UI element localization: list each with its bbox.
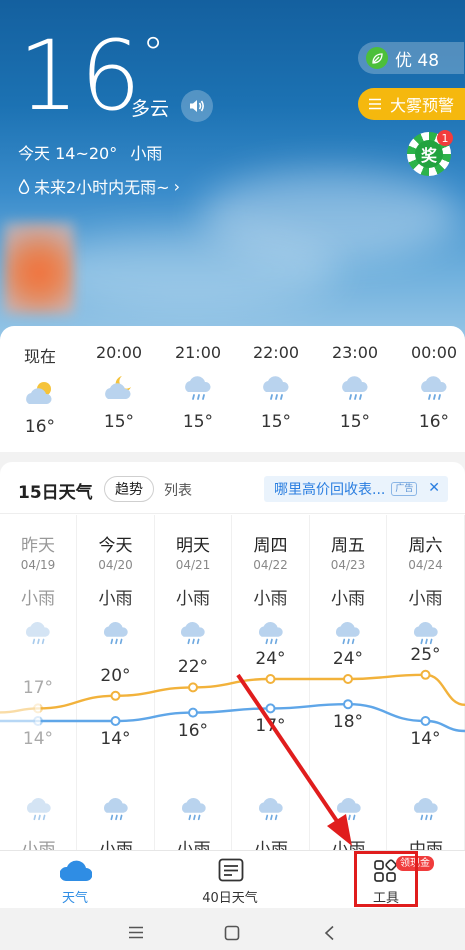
menu-lines-icon [368,95,382,114]
hour-item: 现在 16° [10,326,70,437]
hour-time: 23:00 [331,343,379,362]
system-navigation-bar [0,908,465,950]
low-temp-label: 14° [100,729,131,749]
today-range: 今天 14~20° [18,144,118,163]
tab-40-day[interactable]: 40日天气 [170,851,290,909]
notification-badge: 1 [437,130,453,146]
low-temp-label: 14° [410,729,441,749]
current-condition: 多云 [131,98,170,120]
high-temp-label: 22° [177,657,209,678]
hour-time: 00:00 [410,343,458,362]
partly-cloudy-night-icon [89,370,149,406]
high-temp-point [420,669,431,680]
prize-label: 奖 [415,140,443,168]
hour-temp: 15° [260,412,292,432]
rain-forecast-text: 未来2小时内无雨~ [34,178,170,197]
high-temp-label: 24° [332,649,364,669]
aqi-label: 优 48 [395,50,440,71]
light-rain-icon [246,370,306,406]
air-quality-button[interactable]: 优 48 [358,42,464,74]
hour-time: 21:00 [174,343,222,362]
high-temp-point [110,690,121,701]
high-temp-label: 24° [255,649,286,669]
high-temp-label: 25° [410,644,441,665]
speaker-icon [190,100,204,112]
high-temp-point [265,674,276,684]
today-summary: 今天 14~20° 小雨 [18,140,162,164]
hour-temp: 15° [339,412,371,432]
home-icon[interactable] [224,925,240,941]
light-rain-icon [404,370,464,406]
light-rain-icon [168,370,228,406]
today-condition: 小雨 [130,144,163,163]
voice-broadcast-button[interactable] [181,90,213,122]
menu-icon[interactable] [128,926,144,939]
hour-temp: 15° [103,412,135,432]
annotation-highlight-box [354,851,418,907]
hour-item: 21:00 15° [168,326,228,432]
low-temp-label: 18° [332,712,364,733]
hour-item: 20:00 15° [89,326,149,432]
high-temp-point [343,674,353,684]
low-temp-point [343,699,353,710]
warning-label: 大雾预警 [390,96,455,115]
tab-40-day-label: 40日天气 [202,891,258,906]
hour-time: 现在 [23,347,56,366]
low-temp-label: 14° [22,729,54,749]
light-rain-icon [325,370,385,406]
calendar-icon [218,858,244,882]
hourly-forecast[interactable]: 现在 16° 20:00 15° 21:00 15° 22:00 15° 23:… [0,326,465,452]
cloud-decoration [40,230,340,310]
prize-wheel-button[interactable]: 奖 1 [407,130,453,176]
hour-temp: 16° [418,412,450,432]
high-temp-point [188,682,198,693]
fifteen-day-forecast: 15日天气 趋势 列表 哪里高价回收表... 广告 ✕ 昨天 04/19 小雨 小雨今… [0,462,465,850]
low-temp-line [0,702,465,733]
cloud-icon [60,860,92,881]
hour-item: 22:00 15° [246,326,306,432]
high-temp-label: 20° [100,665,131,686]
high-temp-label: 17° [22,678,54,699]
low-temp-label: 16° [177,720,209,741]
back-icon[interactable] [323,925,335,941]
hour-item: 00:00 16° [404,326,464,432]
leaf-icon [366,47,388,69]
fog-warning-button[interactable]: 大雾预警 [358,88,465,120]
high-temp-line [0,673,465,714]
weather-header: 16° 多云 今天 14~20° 小雨 未来2小时内无雨~ › 优 48 大雾预… [0,0,465,350]
low-temp-point [265,703,276,714]
hour-item: 23:00 15° [325,326,385,432]
chevron-right-icon: › [173,176,180,196]
tab-weather[interactable]: 天气 [15,851,135,909]
raindrop-icon [18,178,30,194]
low-temp-label: 17° [255,716,286,737]
hour-time: 22:00 [252,343,300,362]
low-temp-point [188,707,198,718]
blurred-overlay [4,222,74,314]
rain-forecast-link[interactable]: 未来2小时内无雨~ › [18,174,180,198]
partly-cloudy-day-icon [10,375,70,411]
hour-temp: 15° [182,412,214,432]
tab-weather-label: 天气 [61,891,88,906]
hour-time: 20:00 [95,343,143,362]
low-temp-point [420,716,431,726]
hour-temp: 16° [24,417,56,437]
low-temp-point [110,716,121,726]
